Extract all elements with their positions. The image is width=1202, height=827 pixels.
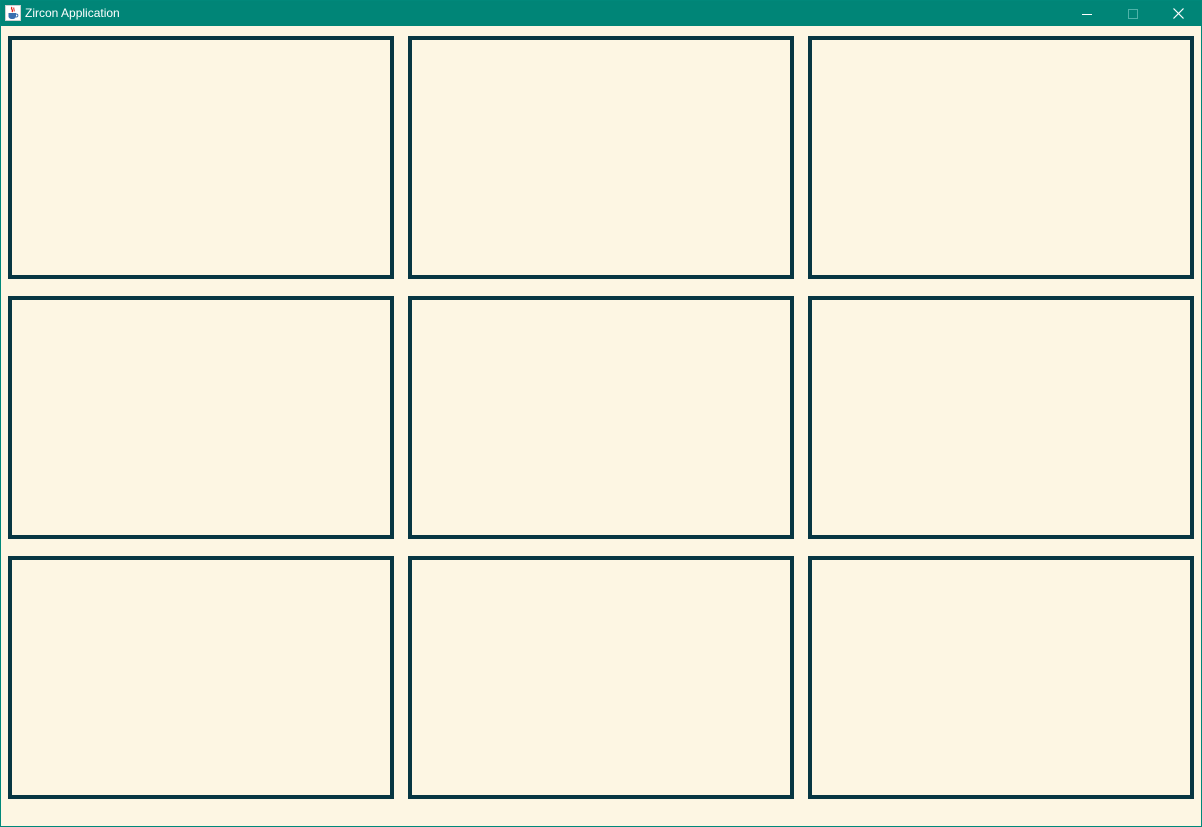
- panel: [808, 556, 1194, 799]
- maximize-icon: [1128, 8, 1138, 19]
- close-button[interactable]: [1155, 1, 1201, 26]
- java-cup-icon[interactable]: [5, 5, 21, 21]
- window-title: Zircon Application: [25, 6, 120, 20]
- close-icon: [1172, 8, 1184, 19]
- title-bar[interactable]: Zircon Application: [1, 1, 1201, 26]
- maximize-button[interactable]: [1110, 1, 1156, 26]
- tileset-content: [1, 26, 1201, 826]
- panel: [408, 296, 794, 539]
- panel: [8, 296, 394, 539]
- minimize-button[interactable]: [1064, 1, 1110, 26]
- panel: [408, 36, 794, 279]
- panel: [408, 556, 794, 799]
- app-window: Zircon Application: [0, 0, 1202, 827]
- panel: [808, 296, 1194, 539]
- panel: [8, 36, 394, 279]
- minimize-icon: [1082, 13, 1092, 15]
- panel: [808, 36, 1194, 279]
- panel: [8, 556, 394, 799]
